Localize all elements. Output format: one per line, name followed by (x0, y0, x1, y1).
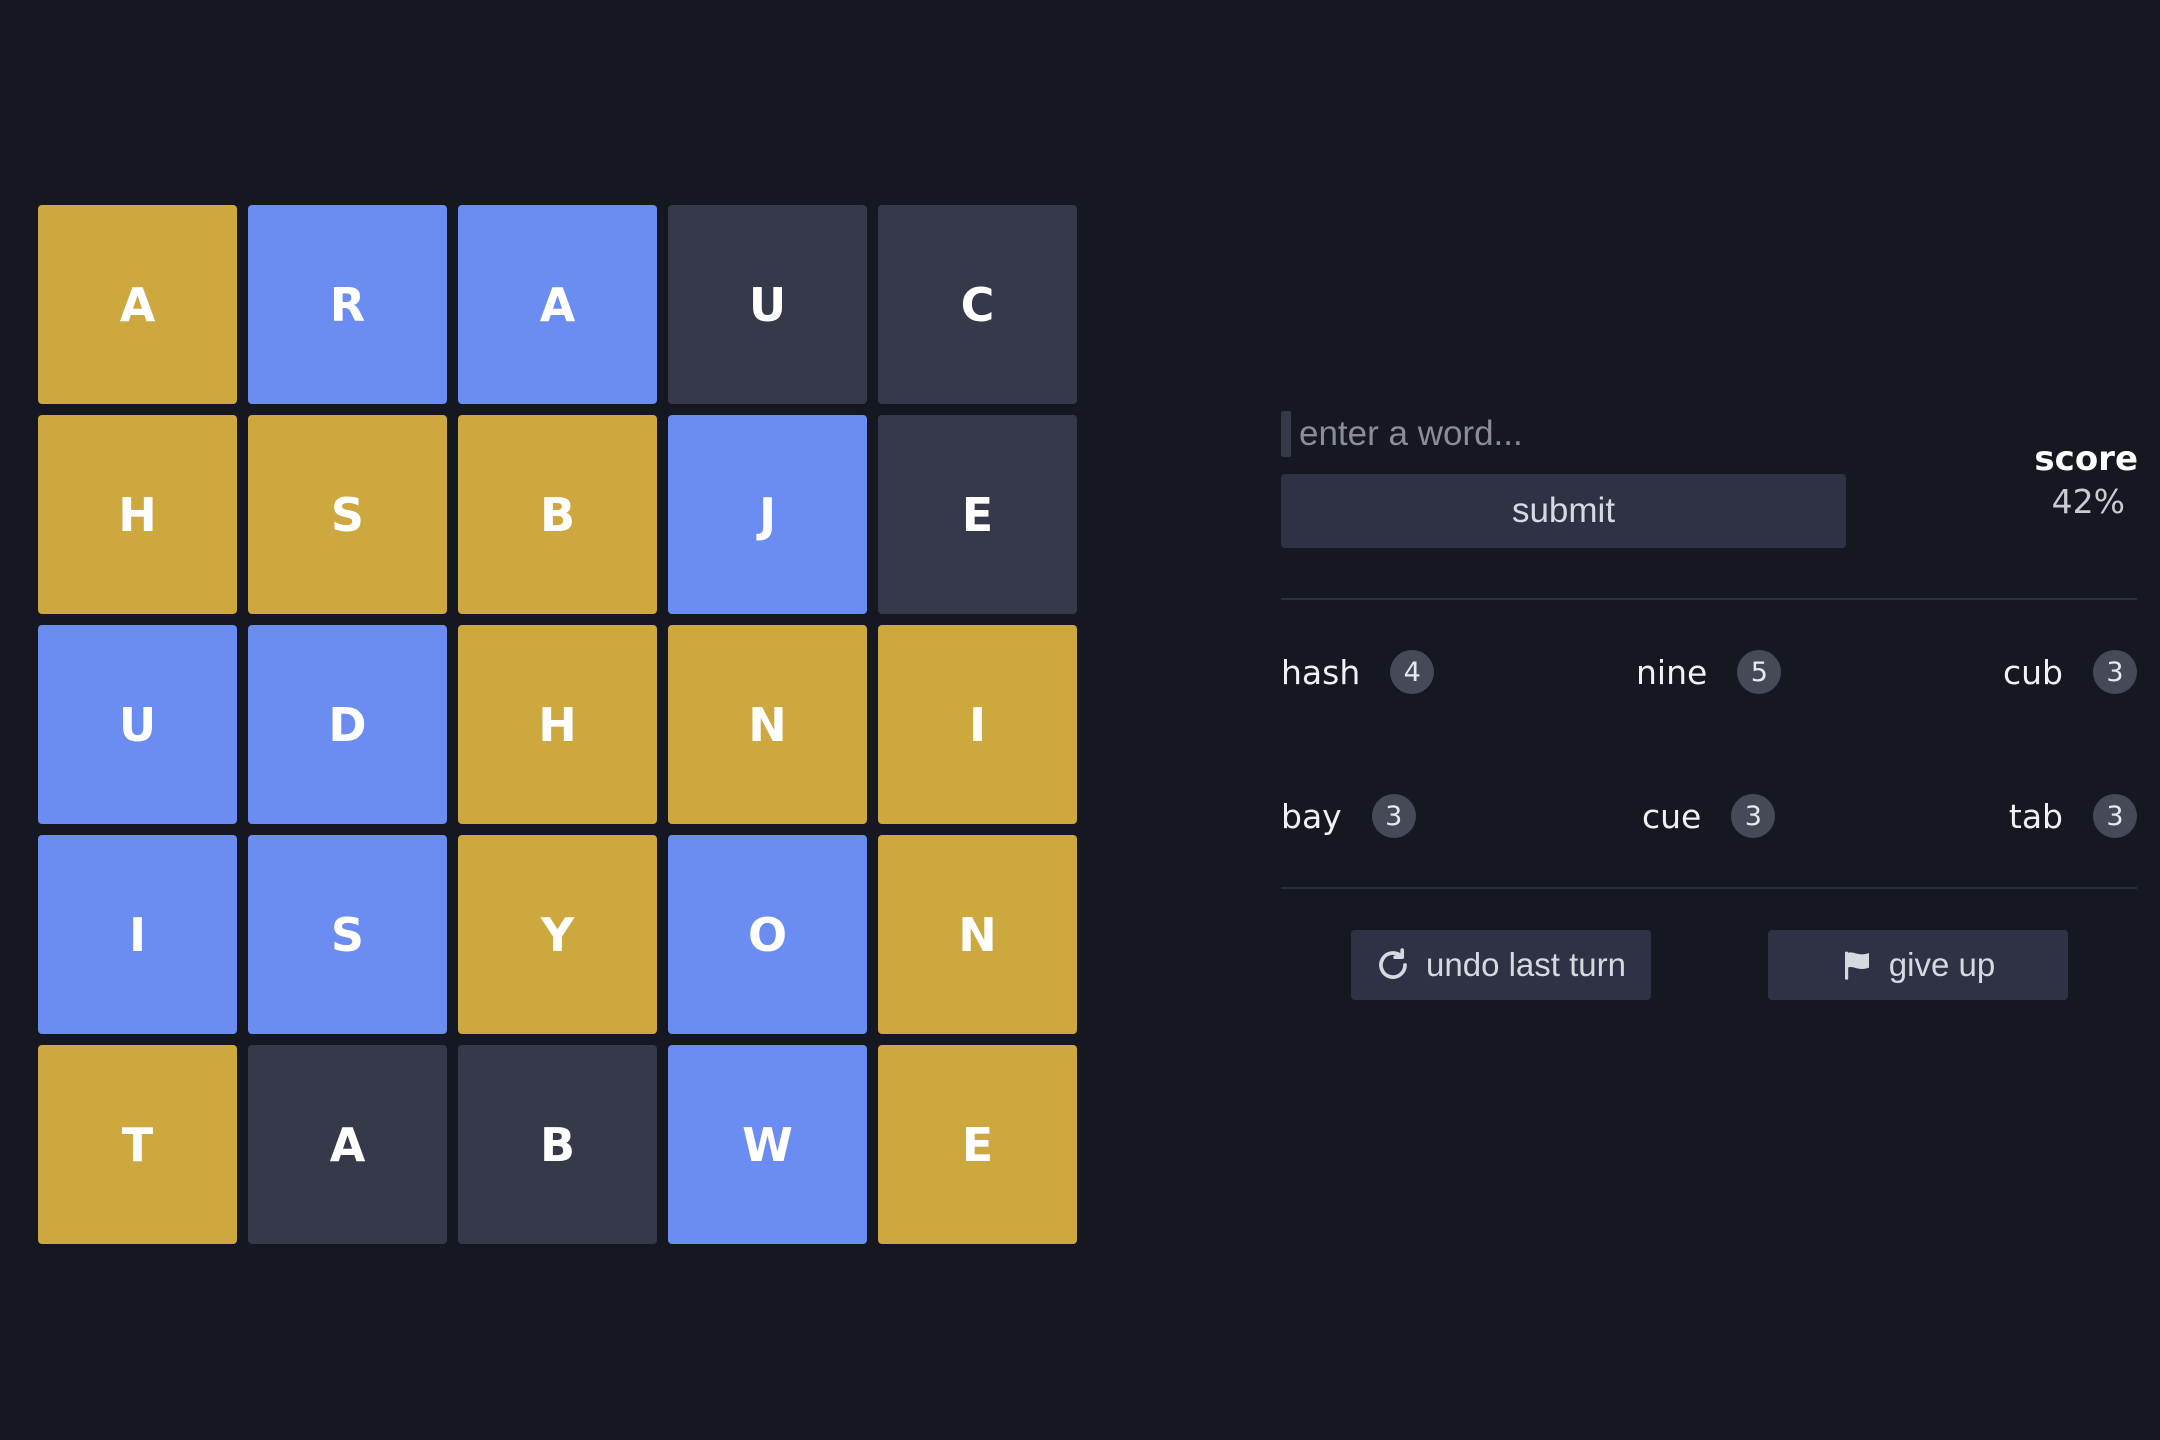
word-count-badge: 3 (1731, 794, 1776, 838)
found-word: hash (1281, 652, 1361, 692)
found-word: nine (1636, 652, 1708, 692)
board-tile[interactable]: T (38, 1045, 237, 1244)
board-tile[interactable]: S (248, 415, 447, 614)
found-word: cue (1642, 796, 1702, 836)
found-word: bay (1281, 796, 1342, 836)
board-tile[interactable]: J (668, 415, 867, 614)
score-panel: score 42% (1938, 436, 2138, 522)
board-tile[interactable]: I (878, 625, 1077, 824)
score-label: score (2034, 439, 2138, 479)
score-value: 42% (2051, 482, 2125, 521)
input-caret (1281, 411, 1291, 457)
board-tile[interactable]: E (878, 1045, 1077, 1244)
board-tile[interactable]: C (878, 205, 1077, 404)
game-page: A R A U C H S B J E U D H N I I S Y O N … (0, 0, 2160, 1440)
board-tile[interactable]: H (38, 415, 237, 614)
found-word-item: cub 3 (2003, 647, 2137, 697)
word-count-badge: 3 (2093, 794, 2137, 838)
board-tile[interactable]: U (668, 205, 867, 404)
bottom-divider (1281, 887, 2137, 889)
board-tile[interactable]: A (248, 1045, 447, 1244)
found-word-item: cue 3 (1642, 791, 1776, 841)
word-input-row (1281, 410, 1846, 458)
board-tile[interactable]: U (38, 625, 237, 824)
board-tile[interactable]: Y (458, 835, 657, 1034)
give-up-button[interactable]: give up (1768, 930, 2068, 1000)
found-word: cub (2002, 652, 2063, 692)
undo-arrow-icon (1376, 948, 1410, 982)
undo-last-turn-button[interactable]: undo last turn (1351, 930, 1651, 1000)
board-tile[interactable]: N (878, 835, 1077, 1034)
word-count-badge: 3 (2093, 650, 2137, 694)
board-tile[interactable]: B (458, 1045, 657, 1244)
board-tile[interactable]: W (668, 1045, 867, 1244)
board-tile[interactable]: S (248, 835, 447, 1034)
submit-button[interactable]: submit (1281, 474, 1846, 548)
board-tile[interactable]: N (668, 625, 867, 824)
board-tile[interactable]: A (458, 205, 657, 404)
board-tile[interactable]: H (458, 625, 657, 824)
found-word-item: tab 3 (2009, 791, 2137, 841)
board-tile[interactable]: R (248, 205, 447, 404)
board-tile[interactable]: I (38, 835, 237, 1034)
word-input[interactable] (1299, 410, 1846, 458)
board-tile[interactable]: D (248, 625, 447, 824)
board-tile[interactable]: O (668, 835, 867, 1034)
found-words-list: hash 4 nine 5 cub 3 bay 3 cue 3 tab 3 (1281, 640, 2137, 860)
board-tile[interactable]: A (38, 205, 237, 404)
word-count-badge: 3 (1371, 794, 1416, 838)
word-count-badge: 5 (1737, 650, 1782, 694)
top-divider (1281, 598, 2137, 600)
board-tile[interactable]: E (878, 415, 1077, 614)
found-word: tab (2008, 796, 2063, 836)
found-word-item: hash 4 (1281, 647, 1435, 697)
letter-board: A R A U C H S B J E U D H N I I S Y O N … (38, 205, 1078, 1245)
found-word-item: bay 3 (1281, 791, 1416, 841)
give-up-label: give up (1888, 946, 1996, 983)
found-word-item: nine 5 (1636, 647, 1782, 697)
undo-label: undo last turn (1426, 946, 1626, 983)
word-count-badge: 4 (1390, 650, 1435, 694)
board-tile[interactable]: B (458, 415, 657, 614)
flag-icon (1841, 949, 1873, 981)
